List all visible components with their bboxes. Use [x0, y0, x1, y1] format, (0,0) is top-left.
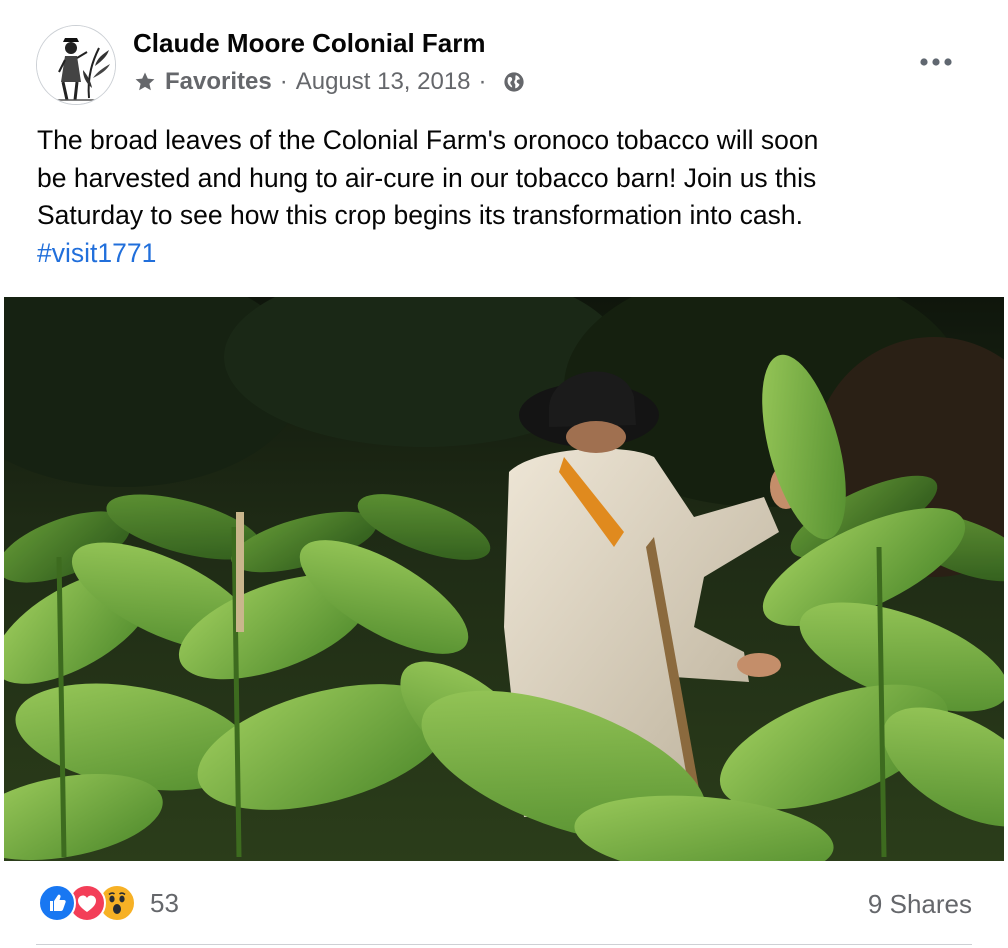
tobacco-field-photo	[4, 297, 1004, 861]
post-meta: Favorites · August 13, 2018 ·	[133, 68, 525, 96]
like-icon	[38, 884, 76, 922]
favorites-label[interactable]: Favorites	[165, 68, 272, 96]
reaction-count[interactable]: 53	[150, 888, 179, 919]
post-text: The broad leaves of the Colonial Farm's …	[37, 122, 977, 272]
post-text-line: The broad leaves of the Colonial Farm's …	[37, 125, 819, 155]
colonial-figure-logo-icon	[37, 26, 115, 104]
page-name-link[interactable]: Claude Moore Colonial Farm	[133, 28, 486, 59]
meta-separator: ·	[478, 68, 487, 95]
more-horizontal-icon	[920, 58, 952, 66]
reactions-summary[interactable]: 53	[38, 884, 179, 922]
hashtag-link[interactable]: #visit1771	[37, 238, 156, 268]
post-date[interactable]: August 13, 2018	[296, 68, 471, 96]
post-text-line: be harvested and hung to air-cure in our…	[37, 162, 817, 193]
globe-icon[interactable]	[503, 71, 525, 93]
post-text-line: Saturday to see how this crop begins its…	[37, 200, 803, 230]
footer-divider	[36, 944, 972, 945]
shares-count-link[interactable]: 9 Shares	[868, 889, 972, 920]
more-options-button[interactable]	[908, 44, 964, 80]
star-icon	[135, 72, 155, 91]
meta-separator: ·	[279, 68, 288, 95]
post-card: Claude Moore Colonial Farm Favorites · A…	[0, 0, 1008, 948]
page-avatar[interactable]	[36, 25, 116, 105]
post-photo[interactable]	[4, 297, 1004, 861]
